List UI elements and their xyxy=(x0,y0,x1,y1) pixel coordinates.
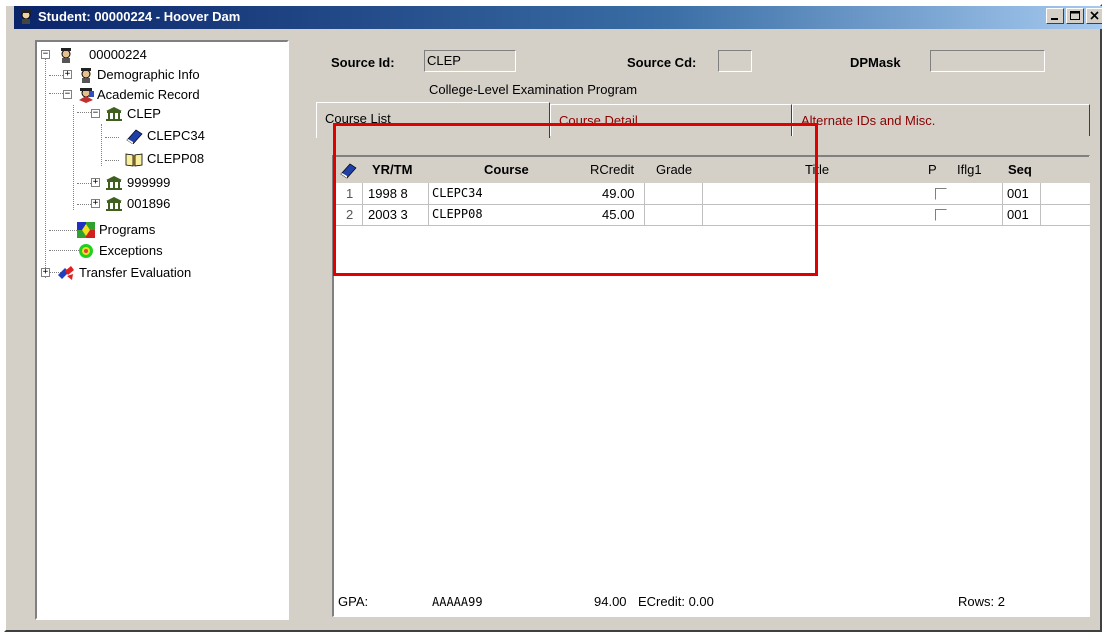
exceptions-icon xyxy=(79,244,93,258)
source-cd-field[interactable] xyxy=(718,50,752,72)
collapse-toggle[interactable]: − xyxy=(41,50,50,59)
window-title: Student: 00000224 - Hoover Dam xyxy=(38,9,241,24)
tab-course-list[interactable]: Course List xyxy=(316,102,550,138)
student-icon xyxy=(21,10,31,24)
student-icon xyxy=(61,48,71,63)
grid-header: YR/TM Course RCredit Grade Title P Iflg1… xyxy=(334,157,1090,183)
tree-label-transfer: Transfer Evaluation xyxy=(79,265,192,280)
minimize-button[interactable] xyxy=(1046,8,1064,24)
maximize-icon xyxy=(1070,11,1080,20)
p-checkbox[interactable] xyxy=(935,188,947,200)
source-id-field[interactable]: CLEP xyxy=(424,50,516,72)
close-icon xyxy=(1090,11,1099,20)
institution-icon xyxy=(106,197,122,211)
tree-label-clep: CLEP xyxy=(127,106,161,121)
col-header-p[interactable]: P xyxy=(928,162,937,177)
expand-toggle[interactable]: + xyxy=(41,268,50,277)
cell-seq[interactable]: 001 xyxy=(1007,186,1029,201)
col-header-rcredit[interactable]: RCredit xyxy=(590,162,634,177)
col-header-iflg1[interactable]: Iflg1 xyxy=(957,162,982,177)
close-button[interactable] xyxy=(1086,8,1102,24)
dpmask-field[interactable] xyxy=(930,50,1045,72)
tree-label-academic: Academic Record xyxy=(97,87,200,102)
row-number: 2 xyxy=(346,207,354,222)
collapse-toggle[interactable]: − xyxy=(63,90,72,99)
gpa-value: AAAAA99 xyxy=(432,595,483,609)
p-checkbox[interactable] xyxy=(935,209,947,221)
tree-label-demographic: Demographic Info xyxy=(97,67,200,82)
institution-icon xyxy=(106,107,122,121)
tree-label-clepp08: CLEPP08 xyxy=(147,151,205,166)
closed-book-icon xyxy=(126,129,143,144)
col-header-course[interactable]: Course xyxy=(484,162,529,177)
source-id-label: Source Id: xyxy=(331,55,395,70)
collapse-toggle[interactable]: − xyxy=(91,109,100,118)
grid-footer: GPA: AAAAA99 94.00 ECredit: 0.00 Rows: 2 xyxy=(332,590,1090,614)
credit-total: 94.00 xyxy=(594,594,627,609)
tree-label-clepc34: CLEPC34 xyxy=(147,128,205,143)
ecredit-value: ECredit: 0.00 xyxy=(638,594,714,609)
col-header-yrtm[interactable]: YR/TM xyxy=(372,162,412,177)
student-icon xyxy=(81,68,91,83)
cell-course[interactable]: CLEPP08 xyxy=(432,207,483,221)
tab-alternate-ids[interactable]: Alternate IDs and Misc. xyxy=(792,104,1090,136)
course-list-grid[interactable]: YR/TM Course RCredit Grade Title P Iflg1… xyxy=(332,155,1090,617)
minimize-icon xyxy=(1051,18,1058,20)
transfer-evaluation-icon xyxy=(58,266,74,280)
expand-toggle[interactable]: + xyxy=(63,70,72,79)
rows-count: Rows: 2 xyxy=(958,594,1005,609)
expand-toggle[interactable]: + xyxy=(91,199,100,208)
col-header-title[interactable]: Title xyxy=(805,162,829,177)
cell-seq[interactable]: 001 xyxy=(1007,207,1029,222)
maximize-button[interactable] xyxy=(1066,8,1084,24)
gpa-label: GPA: xyxy=(338,594,369,609)
academic-record-icon xyxy=(79,88,94,103)
tree-label-root: 00000224 xyxy=(89,47,147,62)
window-title-bar[interactable]: Student: 00000224 - Hoover Dam xyxy=(14,6,1102,29)
expand-toggle[interactable]: + xyxy=(91,178,100,187)
cell-rcredit[interactable]: 45.00 xyxy=(602,207,635,222)
cell-yrtm[interactable]: 2003 3 xyxy=(368,207,408,222)
col-header-seq[interactable]: Seq xyxy=(1008,162,1032,177)
tree-label-programs: Programs xyxy=(99,222,156,237)
tab-alternate-ids-label: Alternate IDs and Misc. xyxy=(801,113,936,128)
tab-course-detail-label: Course Detail xyxy=(559,113,638,128)
row-number: 1 xyxy=(346,186,354,201)
tree-label-exceptions: Exceptions xyxy=(99,243,163,258)
programs-icon xyxy=(77,222,95,238)
table-row[interactable]: 1 1998 8 CLEPC34 49.00 001 xyxy=(334,184,1090,205)
tab-course-detail[interactable]: Course Detail xyxy=(550,104,792,136)
source-description: College-Level Examination Program xyxy=(429,82,638,97)
student-tree-view[interactable]: − 00000224 + Demographic Info − Academic… xyxy=(35,40,289,620)
cell-yrtm[interactable]: 1998 8 xyxy=(368,186,408,201)
open-book-icon xyxy=(125,153,143,167)
tab-course-list-label: Course List xyxy=(325,111,391,126)
cell-course[interactable]: CLEPC34 xyxy=(432,186,483,200)
tree-label-001896: 001896 xyxy=(127,196,171,211)
cell-rcredit[interactable]: 49.00 xyxy=(602,186,635,201)
dpmask-label: DPMask xyxy=(850,55,901,70)
source-cd-label: Source Cd: xyxy=(627,55,697,70)
col-header-grade[interactable]: Grade xyxy=(656,162,692,177)
tree-label-999999: 999999 xyxy=(127,175,171,190)
institution-icon xyxy=(106,176,122,190)
book-header-icon xyxy=(340,163,357,179)
table-row[interactable]: 2 2003 3 CLEPP08 45.00 001 xyxy=(334,205,1090,226)
